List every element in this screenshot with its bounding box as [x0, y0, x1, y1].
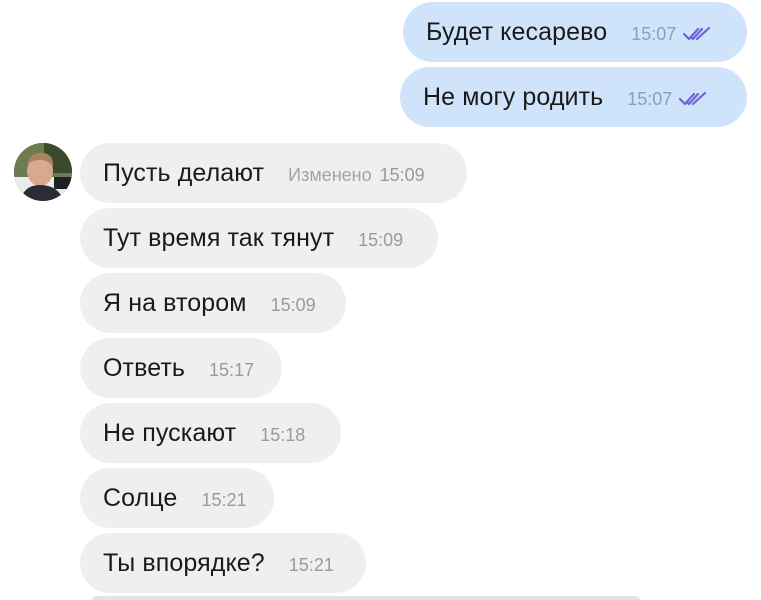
sender-avatar[interactable] [14, 143, 72, 201]
incoming-message-bubble[interactable]: Не пускают 15:18 [80, 403, 341, 463]
incoming-message-bubble[interactable]: Ты впорядке? 15:21 [80, 533, 366, 593]
message-meta: 15:18 [260, 425, 305, 446]
message-meta: Изменено 15:09 [288, 165, 425, 186]
incoming-message-bubble[interactable]: Пусть делают Изменено 15:09 [80, 143, 467, 203]
message-text: Будет кесарево [426, 17, 608, 46]
message-meta: 15:21 [201, 490, 246, 511]
outgoing-message-bubble[interactable]: Будет кесарево 15:07 [403, 2, 747, 62]
outgoing-message-bubble[interactable]: Не могу родить 15:07 [400, 67, 747, 127]
message-time: 15:07 [627, 88, 673, 109]
message-meta: 15:07 [627, 89, 707, 110]
message-time: 15:17 [209, 359, 255, 380]
message-text: Солце [103, 483, 178, 512]
double-check-icon [683, 26, 711, 42]
message-time: 15:21 [201, 489, 247, 510]
incoming-message-bubble[interactable]: Я на втором 15:09 [80, 273, 346, 333]
avatar-photo [14, 143, 72, 201]
message-text: Не пускают [103, 418, 237, 447]
message-text: Я на втором [103, 288, 247, 317]
incoming-message-bubble[interactable]: Ответь 15:17 [80, 338, 282, 398]
message-meta: 15:09 [358, 230, 403, 251]
incoming-message-bubble[interactable]: Тут время так тянут 15:09 [80, 208, 438, 268]
message-time: 15:18 [260, 424, 306, 445]
message-time: 15:21 [288, 554, 334, 575]
message-text: Пусть делают [103, 158, 265, 187]
message-meta: 15:09 [271, 295, 316, 316]
message-time: 15:09 [270, 294, 316, 315]
message-text: Ответь [103, 353, 186, 382]
message-time: 15:09 [358, 229, 404, 250]
next-message-edge [92, 596, 640, 600]
incoming-message-bubble[interactable]: Солце 15:21 [80, 468, 274, 528]
message-meta: 15:17 [209, 360, 254, 381]
message-time: 15:07 [631, 23, 677, 44]
message-text: Ты впорядке? [103, 548, 265, 577]
message-text: Не могу родить [423, 82, 604, 111]
edited-label: Изменено [288, 164, 372, 185]
message-meta: 15:21 [289, 555, 334, 576]
message-text: Тут время так тянут [103, 223, 335, 252]
message-time: 15:09 [379, 164, 425, 185]
double-check-icon [679, 91, 707, 107]
message-meta: 15:07 [631, 24, 711, 45]
chat-message-list[interactable]: Будет кесарево 15:07 Не могу родить 15:0… [0, 0, 761, 600]
